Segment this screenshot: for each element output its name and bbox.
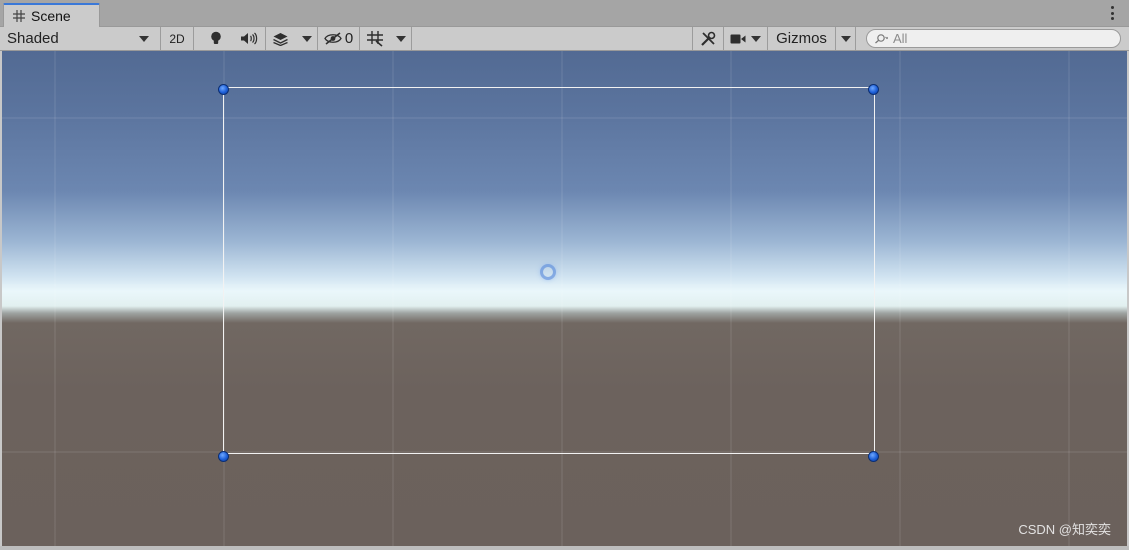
kebab-menu-icon[interactable]: [1109, 6, 1115, 20]
scene-audio-button[interactable]: [232, 27, 265, 50]
gizmos-button[interactable]: Gizmos: [768, 27, 836, 50]
shading-mode-dropdown[interactable]: Shaded: [0, 27, 156, 50]
window-bottom-edge: [0, 546, 1129, 550]
video-camera-icon: [730, 34, 746, 43]
tab-scene-label: Scene: [31, 8, 71, 24]
search-icon: [875, 33, 888, 43]
effects-dropdown-button[interactable]: [296, 27, 318, 50]
chevron-down-icon: [840, 35, 851, 42]
gizmos-label: Gizmos: [776, 30, 827, 47]
camera-settings-button[interactable]: [724, 27, 768, 50]
resize-handle-bottom-right[interactable]: [868, 451, 879, 462]
watermark: CSDN @知奕奕: [1018, 522, 1111, 537]
resize-handle-top-right[interactable]: [868, 84, 879, 95]
chevron-down-icon: [751, 35, 761, 42]
speaker-icon: [240, 32, 257, 45]
hidden-count: 0: [344, 30, 354, 47]
tab-bar: Scene: [0, 0, 1129, 27]
gizmos-dropdown-button[interactable]: [836, 27, 856, 50]
scene-window: Scene Shaded 2D 0 Gizmos All CSDN @知奕奕: [0, 0, 1129, 550]
chevron-down-icon: [301, 35, 312, 42]
grid-snapping-button[interactable]: [360, 27, 390, 50]
hidden-objects-button[interactable]: 0: [318, 27, 360, 50]
toggle-2d-button[interactable]: 2D: [160, 27, 194, 50]
grid-dropdown-button[interactable]: [390, 27, 412, 50]
grid-hash-icon: [13, 10, 25, 22]
search-input[interactable]: [893, 31, 1093, 46]
pivot-handle[interactable]: [540, 264, 556, 280]
scene-effects-button[interactable]: [265, 27, 295, 50]
toggle-2d-label: 2D: [169, 31, 185, 46]
tools-icon: [701, 31, 716, 46]
resize-handle-top-left[interactable]: [218, 84, 229, 95]
layers-icon: [273, 32, 288, 46]
chevron-down-icon: [395, 35, 406, 42]
scene-toolbar: Shaded 2D 0 Gizmos All: [0, 27, 1129, 51]
search-box[interactable]: [866, 29, 1121, 48]
scene-viewport[interactable]: CSDN @知奕奕: [2, 51, 1127, 546]
tab-scene[interactable]: Scene: [3, 3, 100, 27]
tools-button[interactable]: [692, 27, 724, 50]
eye-slash-icon: [324, 32, 342, 45]
shading-mode-label: Shaded: [7, 30, 59, 47]
lightbulb-icon: [211, 31, 221, 44]
resize-handle-bottom-left[interactable]: [218, 451, 229, 462]
grid-snap-icon: [366, 30, 383, 47]
scene-lighting-button[interactable]: [200, 27, 232, 50]
chevron-down-icon: [139, 35, 149, 42]
